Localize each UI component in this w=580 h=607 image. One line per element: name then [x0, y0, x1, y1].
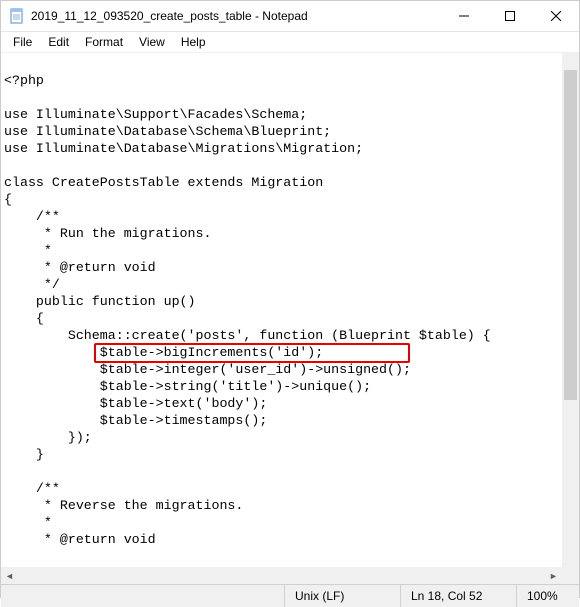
code-line: $table->bigIncrements('id'); [4, 345, 323, 360]
status-cursor: Ln 18, Col 52 [400, 585, 516, 607]
statusbar: Unix (LF) Ln 18, Col 52 100% [1, 584, 579, 607]
status-zoom: 100% [516, 585, 579, 607]
maximize-button[interactable] [487, 1, 533, 31]
code-line: } [4, 447, 44, 462]
code-line: { [4, 311, 44, 326]
vertical-scrollbar[interactable] [562, 53, 579, 567]
code-line: */ [4, 277, 60, 292]
scroll-left-icon[interactable]: ◄ [1, 567, 18, 584]
code-line: <?php [4, 73, 44, 88]
code-line: $table->text('body'); [4, 396, 267, 411]
code-line: $table->timestamps(); [4, 413, 267, 428]
code-line: * Reverse the migrations. [4, 498, 243, 513]
status-lineending: Unix (LF) [284, 585, 400, 607]
menubar: File Edit Format View Help [1, 32, 579, 53]
code-line: /** [4, 481, 60, 496]
code-line: * @return void [4, 260, 156, 275]
minimize-button[interactable] [441, 1, 487, 31]
scroll-thumb[interactable] [564, 70, 577, 400]
code-line: $table->integer('user_id')->unsigned(); [4, 362, 411, 377]
menu-edit[interactable]: Edit [40, 33, 77, 51]
horizontal-scrollbar[interactable]: ◄ ► [1, 567, 579, 584]
code-line: { [4, 192, 12, 207]
code-line: public function up() [4, 294, 196, 309]
code-line: }); [4, 430, 92, 445]
code-line: * @return void [4, 532, 156, 547]
editor-container: <?php use Illuminate\Support\Facades\Sch… [1, 53, 579, 567]
menu-view[interactable]: View [131, 33, 173, 51]
code-line: * [4, 515, 52, 530]
code-line: use Illuminate\Database\Schema\Blueprint… [4, 124, 331, 139]
code-line: * [4, 243, 52, 258]
menu-format[interactable]: Format [77, 33, 131, 51]
code-line: class CreatePostsTable extends Migration [4, 175, 323, 190]
code-line: * Run the migrations. [4, 226, 211, 241]
menu-help[interactable]: Help [173, 33, 214, 51]
close-button[interactable] [533, 1, 579, 31]
code-line: $table->string('title')->unique(); [4, 379, 371, 394]
menu-file[interactable]: File [5, 33, 40, 51]
titlebar: 2019_11_12_093520_create_posts_table - N… [1, 1, 579, 32]
text-area[interactable]: <?php use Illuminate\Support\Facades\Sch… [1, 53, 562, 567]
notepad-icon [9, 8, 25, 24]
code-line: /** [4, 209, 60, 224]
scroll-right-icon[interactable]: ► [545, 567, 562, 584]
code-line: use Illuminate\Support\Facades\Schema; [4, 107, 307, 122]
window-title: 2019_11_12_093520_create_posts_table - N… [31, 9, 441, 23]
code-line: Schema::create('posts', function (Bluepr… [4, 328, 491, 343]
window-controls [441, 1, 579, 31]
code-line: use Illuminate\Database\Migrations\Migra… [4, 141, 363, 156]
